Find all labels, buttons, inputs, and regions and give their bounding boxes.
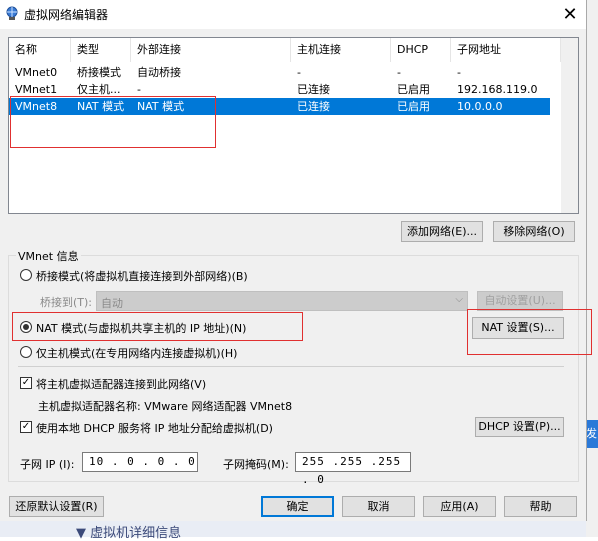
apply-button[interactable]: 应用(A) [423,496,496,517]
cell-dhcp: 已启用 [397,100,430,113]
column-header-subnet[interactable]: 子网地址 [451,38,561,62]
bridge-mode-label[interactable]: 桥接模式(将虚拟机直接连接到外部网络)(B) [36,268,248,284]
restore-defaults-button[interactable]: 还原默认设置(R) [9,496,104,517]
cell-host: 已连接 [297,83,330,96]
auto-settings-button[interactable]: 自动设置(U)... [477,291,563,311]
network-list-scrollbar[interactable] [561,38,578,213]
column-header-host[interactable]: 主机连接 [291,38,391,62]
dhcp-settings-button[interactable]: DHCP 设置(P)... [475,417,564,437]
adapter-name-text: 主机虚拟适配器名称: VMware 网络适配器 VMnet8 [38,400,293,413]
bridge-to-select[interactable]: 自动 ⌵ [96,291,468,311]
vmnet-info-label: VMnet 信息 [16,248,81,264]
bridge-to-value: 自动 [101,297,123,310]
background-app-button: 发 [586,420,598,448]
column-header-external[interactable]: 外部连接 [131,38,291,62]
subnet-mask-label: 子网掩码(M): [223,458,289,471]
cancel-button[interactable]: 取消 [342,496,415,517]
subnet-ip-input[interactable]: 10 . 0 . 0 . 0 [82,452,198,472]
background-app [586,0,598,537]
use-dhcp-checkbox[interactable]: ✓ [20,421,32,433]
cell-subnet: - [457,66,461,79]
column-header-name[interactable]: 名称 [9,38,71,62]
remove-network-button[interactable]: 移除网络(O) [493,221,575,242]
column-header-type[interactable]: 类型 [71,38,131,62]
cell-subnet: 10.0.0.0 [457,100,503,113]
add-network-button[interactable]: 添加网络(E)... [401,221,483,242]
virtual-network-editor-dialog: 虚拟网络编辑器 ✕ 名称 类型 外部连接 主机连接 DHCP 子网地址 VMne… [0,0,592,521]
network-row-vmnet0[interactable]: VMnet0 桥接模式 自动桥接 - - - [9,64,550,81]
cell-dhcp: 已启用 [397,83,430,96]
host-only-label[interactable]: 仅主机模式(在专用网络内连接虚拟机)(H) [36,345,237,361]
vmnet-info-group [8,255,579,482]
background-vm-details: ▼ 虚拟机详细信息 [76,526,182,541]
network-globe-icon [6,6,18,20]
cell-name: VMnet0 [15,66,58,79]
host-only-radio[interactable] [20,346,32,358]
subnet-ip-label: 子网 IP (I): [20,458,75,471]
cell-dhcp: - [397,66,401,79]
network-list-header: 名称 类型 外部连接 主机连接 DHCP 子网地址 [9,38,578,62]
bridge-mode-radio[interactable] [20,269,32,281]
cell-host: - [297,66,301,79]
use-dhcp-label[interactable]: 使用本地 DHCP 服务将 IP 地址分配给虚拟机(D) [36,420,273,436]
title-bar: 虚拟网络编辑器 ✕ [0,0,586,29]
cell-external: 自动桥接 [137,66,181,79]
divider [18,366,564,367]
bridge-to-label: 桥接到(T): [40,296,93,309]
annotation-box-nat-mode [12,312,303,341]
cell-subnet: 192.168.119.0 [457,83,538,96]
subnet-mask-input[interactable]: 255 .255 .255 . 0 [295,452,411,486]
chevron-down-icon: ⌵ [455,294,463,305]
annotation-box-vmnet8 [10,96,216,148]
annotation-box-nat-settings [467,309,592,355]
cell-host: 已连接 [297,100,330,113]
column-header-dhcp[interactable]: DHCP [391,38,451,62]
ok-button[interactable]: 确定 [261,496,334,517]
close-button[interactable]: ✕ [555,2,585,27]
connect-adapter-checkbox[interactable]: ✓ [20,377,32,389]
window-title: 虚拟网络编辑器 [24,8,109,22]
help-button[interactable]: 帮助 [504,496,577,517]
cell-type: 桥接模式 [77,66,121,79]
connect-adapter-label[interactable]: 将主机虚拟适配器连接到此网络(V) [36,376,206,392]
